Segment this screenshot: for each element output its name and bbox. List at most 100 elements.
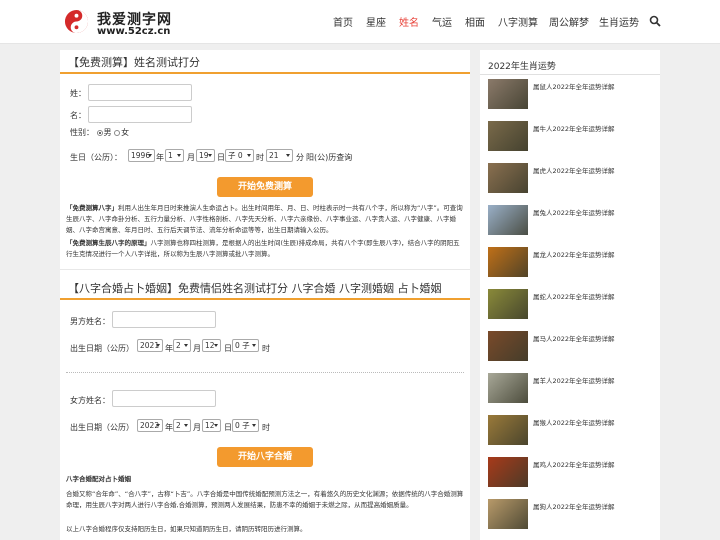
male-month-select[interactable]: 2 — [173, 339, 191, 352]
male-birth-label: 出生日期（公历） — [70, 344, 134, 353]
dotted-divider — [66, 372, 464, 373]
birth-month-select[interactable]: 1 — [165, 149, 184, 162]
zodiac-fortune-item[interactable]: 属羊人2022年全年运势详解 — [488, 373, 656, 405]
female-birth-label: 出生日期（公历） — [70, 423, 134, 432]
nav-dream[interactable]: 周公解梦 — [549, 14, 589, 29]
marriage-title: 【八字合婚占卜婚姻】免费情侣姓名测试打分 八字合婚 八字测婚姻 占卜婚姻 — [68, 282, 442, 295]
zodiac-fortune-link[interactable]: 属牛人2022年全年运势详解 — [533, 123, 615, 133]
monkey-photo[interactable] — [488, 415, 528, 445]
day-unit: 日 — [217, 153, 225, 162]
zodiac-fortune-link[interactable]: 属虎人2022年全年运势详解 — [533, 165, 615, 175]
zodiac-fortune-link[interactable]: 属鼠人2022年全年运势详解 — [533, 81, 615, 91]
name-test-title: 【免费测算】姓名测试打分 — [68, 56, 200, 69]
male-name-input[interactable] — [112, 311, 216, 328]
zodiac-fortune-item[interactable]: 属蛇人2022年全年运势详解 — [488, 289, 656, 321]
nav-zodiac[interactable]: 生肖运势 — [599, 14, 639, 29]
nav-constellation[interactable]: 星座 — [366, 14, 386, 29]
minute-unit: 分 — [296, 153, 304, 162]
bazi-description: 「免费测算八字」利用人出生年月日时来推演人生命运占卜。出生时间用年、月、日、时柱… — [66, 204, 463, 234]
nav-face-reading[interactable]: 相面 — [465, 14, 485, 29]
start-marriage-match-button[interactable]: 开始八字合婚 — [217, 447, 313, 467]
goat-photo[interactable] — [488, 373, 528, 403]
surname-label: 姓： — [70, 89, 86, 98]
female-name-label: 女方姓名： — [70, 396, 110, 405]
zodiac-fortune-link[interactable]: 属鸡人2022年全年运势详解 — [533, 459, 615, 469]
section-separator — [60, 269, 470, 270]
surname-input[interactable] — [88, 84, 192, 101]
female-day-select[interactable]: 12 — [202, 419, 221, 432]
year-unit: 年 — [156, 153, 164, 162]
dragon-photo[interactable] — [488, 247, 528, 277]
nav-bazi[interactable]: 八字测算 — [498, 14, 538, 29]
sidebar: 2022年生肖运势 属鼠人2022年全年运势详解 属牛人2022年全年运势详解 属虎… — [480, 50, 660, 540]
male-year-unit: 年 — [165, 344, 173, 353]
site-header: 我爱测字网 www.52cz.cn 首页 星座 姓名 气运 相面 八字测算 周公… — [0, 0, 720, 44]
zodiac-fortune-link[interactable]: 属龙人2022年全年运势详解 — [533, 249, 615, 259]
female-day-unit: 日 — [224, 423, 232, 432]
dog-photo[interactable] — [488, 499, 528, 529]
zodiac-fortune-link[interactable]: 属蛇人2022年全年运势详解 — [533, 291, 615, 301]
rooster-photo[interactable] — [488, 457, 528, 487]
gender-label: 性别： — [70, 128, 94, 137]
nav-fortune[interactable]: 气运 — [432, 14, 452, 29]
zodiac-fortune-link[interactable]: 属猴人2022年全年运势详解 — [533, 417, 615, 427]
rabbit-photo[interactable] — [488, 205, 528, 235]
gender-female-radio[interactable] — [114, 129, 121, 136]
zodiac-fortune-link[interactable]: 属狗人2022年全年运势详解 — [533, 501, 615, 511]
gender-male-radio[interactable] — [96, 129, 103, 136]
sidebar-title: 2022年生肖运势 — [488, 62, 556, 72]
zodiac-fortune-item[interactable]: 属虎人2022年全年运势详解 — [488, 163, 656, 195]
female-name-input[interactable] — [112, 390, 216, 407]
site-url[interactable]: www.52cz.cn — [97, 26, 170, 37]
male-month-unit: 月 — [193, 344, 201, 353]
male-hour-unit: 时 — [262, 344, 270, 353]
ox-photo[interactable] — [488, 121, 528, 151]
marriage-description: 合婚又称“合年命”、“合八字”，古称“卜吉”。八字合婚是中国传统婚配预测方法之一… — [66, 490, 464, 509]
nav-home[interactable]: 首页 — [333, 14, 353, 29]
marriage-note: 以上八字合婚程序仅支持阳历生日，如果只知道阴历生日，请阴历转阳历进行测算。 — [66, 525, 307, 533]
section-divider — [60, 72, 470, 74]
male-day-select[interactable]: 12 — [202, 339, 221, 352]
tiger-photo[interactable] — [488, 163, 528, 193]
given-name-input[interactable] — [88, 106, 192, 123]
male-year-select[interactable]: 2021 — [137, 339, 163, 352]
female-year-unit: 年 — [165, 423, 173, 432]
birth-day-select[interactable]: 19 — [196, 149, 215, 162]
lunar-calendar-link[interactable]: 阳(公)历查询 — [306, 152, 352, 163]
horse-photo[interactable] — [488, 331, 528, 361]
month-unit: 月 — [187, 153, 195, 162]
zodiac-fortune-item[interactable]: 属龙人2022年全年运势详解 — [488, 247, 656, 279]
zodiac-fortune-item[interactable]: 属牛人2022年全年运势详解 — [488, 121, 656, 153]
zodiac-fortune-item[interactable]: 属狗人2022年全年运势详解 — [488, 499, 656, 531]
gender-female-label[interactable]: 女 — [121, 128, 129, 137]
male-hour-select[interactable]: 0 子 — [232, 339, 259, 352]
female-month-unit: 月 — [193, 423, 201, 432]
snake-photo[interactable] — [488, 289, 528, 319]
birth-hour-select[interactable]: 子 0 — [225, 149, 254, 162]
gender-male-label[interactable]: 男 — [104, 128, 112, 137]
zodiac-fortune-item[interactable]: 属猴人2022年全年运势详解 — [488, 415, 656, 447]
hour-unit: 时 — [256, 153, 264, 162]
female-hour-select[interactable]: 0 子 — [232, 419, 259, 432]
bazi-principle: 「免费测算生辰八字的原理」八字测算也称四柱测算，是根据人的出生时间(生辰)排成命… — [66, 239, 460, 258]
rat-photo[interactable] — [488, 79, 528, 109]
zodiac-fortune-link[interactable]: 属羊人2022年全年运势详解 — [533, 375, 615, 385]
yin-yang-logo-icon[interactable] — [64, 9, 89, 34]
birth-year-select[interactable]: 1996 — [128, 149, 155, 162]
zodiac-fortune-link[interactable]: 属马人2022年全年运势详解 — [533, 333, 615, 343]
zodiac-fortune-item[interactable]: 属兔人2022年全年运势详解 — [488, 205, 656, 237]
nav-name[interactable]: 姓名 — [399, 14, 419, 29]
zodiac-fortune-item[interactable]: 属马人2022年全年运势详解 — [488, 331, 656, 363]
search-icon[interactable] — [649, 15, 661, 27]
zodiac-fortune-link[interactable]: 属兔人2022年全年运势详解 — [533, 207, 615, 217]
female-month-select[interactable]: 2 — [173, 419, 191, 432]
marriage-subtitle: 八字合婚配对占卜婚姻 — [66, 475, 131, 483]
zodiac-fortune-item[interactable]: 属鼠人2022年全年运势详解 — [488, 79, 656, 111]
start-free-test-button[interactable]: 开始免费测算 — [217, 177, 313, 197]
zodiac-fortune-item[interactable]: 属鸡人2022年全年运势详解 — [488, 457, 656, 489]
birth-minute-select[interactable]: 21 — [266, 149, 293, 162]
sidebar-divider — [480, 74, 660, 75]
section-divider — [60, 298, 470, 300]
main-content: 【免费测算】姓名测试打分 姓： 名： 性别： 男 女 生日（公历）： 1996 … — [60, 50, 470, 540]
female-year-select[interactable]: 2022 — [137, 419, 163, 432]
